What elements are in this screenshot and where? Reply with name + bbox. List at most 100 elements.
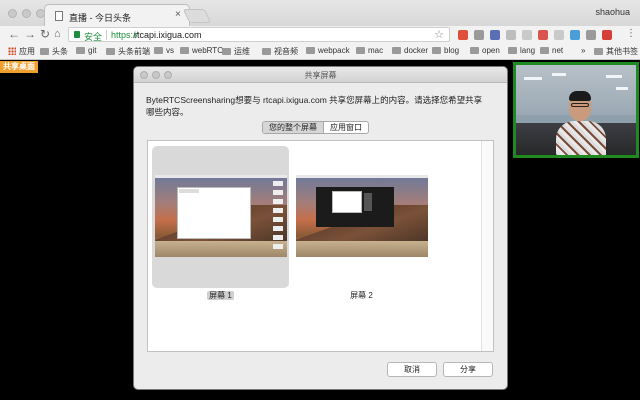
screen-label-text: 屏幕 1 [207, 291, 234, 300]
person-body [556, 121, 606, 155]
thumb-window-toolbar [179, 189, 199, 193]
browser-toolbar: ← → ↻ ⌂ 安全 https:// rtcapi.ixigua.com ☆ … [0, 26, 640, 44]
extension-icon[interactable] [586, 30, 596, 40]
bookmark-item[interactable]: net [540, 46, 563, 58]
bookmark-label: 头条 [52, 47, 68, 56]
tab-entire-screen[interactable]: 您的整个屏幕 [263, 122, 324, 133]
profile-name[interactable]: shaohua [595, 7, 630, 17]
bookmark-label: net [552, 46, 564, 55]
extension-icon[interactable] [506, 30, 516, 40]
bookmark-item[interactable]: 运维 [222, 46, 250, 58]
share-source-tabs: 您的整个屏幕 应用窗口 [262, 121, 369, 134]
ceiling-light [616, 87, 628, 90]
screen-list-scrollbar[interactable] [481, 141, 493, 351]
thumb-menubar [155, 175, 287, 178]
bookmark-item[interactable]: git [76, 46, 96, 58]
bookmark-item[interactable]: lang [508, 46, 535, 58]
folder-icon [106, 48, 115, 55]
folder-icon [154, 47, 163, 54]
extension-icon[interactable] [554, 30, 564, 40]
dialog-titlebar: 共享屏幕 [134, 67, 507, 83]
cancel-button[interactable]: 取消 [387, 362, 437, 377]
screen-option-1[interactable]: 屏幕 1 [152, 146, 289, 300]
folder-icon [76, 47, 85, 54]
share-desktop-badge[interactable]: 共享桌面 [0, 61, 38, 73]
extension-icon[interactable] [474, 30, 484, 40]
bookmark-label: open [482, 46, 500, 55]
folder-icon [356, 47, 365, 54]
bookmarks-overflow-icon[interactable]: » [581, 46, 585, 58]
screen-label-text: 屏幕 2 [350, 291, 373, 300]
share-prompt: ByteRTCScreensharing想要与 rtcapi.ixigua.co… [146, 95, 483, 117]
browser-tab[interactable]: 直播 - 今日头条 × [44, 4, 190, 26]
bookmark-item[interactable]: vs [154, 46, 174, 58]
divider [106, 30, 107, 40]
apps-grid-icon [8, 47, 16, 55]
extension-icon[interactable] [602, 30, 612, 40]
bookmark-label: 应用 [19, 47, 35, 56]
bookmark-label: blog [444, 46, 460, 55]
bookmark-item[interactable]: docker [392, 46, 428, 58]
thumb-lake [296, 241, 428, 257]
folder-icon [470, 47, 479, 54]
bookmark-item[interactable]: open [470, 46, 500, 58]
thumb-camera [364, 193, 372, 211]
forward-icon[interactable]: → [24, 27, 36, 41]
reload-icon[interactable]: ↻ [40, 27, 50, 41]
bookmark-item[interactable]: webRTC [180, 46, 223, 58]
folder-icon [540, 47, 549, 54]
screen-thumbnail [296, 175, 428, 257]
tab-application-window[interactable]: 应用窗口 [324, 122, 368, 133]
bookmark-item[interactable]: 视音频 [262, 46, 298, 58]
bookmark-label: git [88, 46, 97, 55]
folder-icon [40, 48, 49, 55]
thumb-lake [155, 241, 287, 257]
screen-list: 屏幕 1 屏幕 2 [147, 140, 494, 352]
close-window-icon[interactable] [8, 9, 17, 18]
back-icon[interactable]: ← [8, 27, 20, 41]
page-icon [55, 11, 63, 21]
browser-titlebar: 直播 - 今日头条 × shaohua [0, 0, 640, 26]
extension-icon[interactable] [490, 30, 500, 40]
share-screen-dialog: 共享屏幕 ByteRTCScreensharing想要与 rtcapi.ixig… [134, 67, 507, 389]
minimize-window-icon[interactable] [22, 9, 31, 18]
thumb-desktop-icons [273, 181, 283, 251]
menu-icon[interactable]: ⋮ [626, 27, 636, 41]
folder-icon [432, 47, 441, 54]
folder-icon [180, 47, 189, 54]
bookmark-label: 运维 [234, 47, 250, 56]
bookmark-star-icon[interactable]: ☆ [434, 28, 444, 41]
folder-icon [222, 48, 231, 55]
folder-icon [262, 48, 271, 55]
bookmark-item[interactable]: 头条前端 [106, 46, 150, 58]
screen-thumbnail [155, 175, 287, 257]
extension-icon[interactable] [522, 30, 532, 40]
share-button[interactable]: 分享 [443, 362, 493, 377]
bookmark-item[interactable]: 头条 [40, 46, 68, 58]
bookmark-item[interactable]: mac [356, 46, 383, 58]
bookmark-label: mac [368, 46, 384, 55]
bookmark-item[interactable]: 应用 [8, 46, 35, 58]
lock-icon[interactable] [74, 31, 80, 38]
bookmark-item[interactable]: webpack [306, 46, 350, 58]
bookmark-item[interactable]: blog [432, 46, 459, 58]
dialog-title: 共享屏幕 [304, 71, 337, 80]
bookmarks-bar: 应用 头条 git 头条前端 vs webRTC 运维 视音频 webpack mac docker… [0, 44, 640, 60]
extension-icon[interactable] [570, 30, 580, 40]
thumb-menubar [296, 175, 428, 178]
other-bookmarks-label: 其他书签 [606, 47, 638, 56]
ceiling-light [524, 77, 542, 80]
screen-label: 屏幕 2 [293, 290, 430, 301]
screen-option-2[interactable]: 屏幕 2 [293, 146, 430, 300]
extension-icon[interactable] [458, 30, 468, 40]
url-host: rtcapi.ixigua.com [134, 30, 202, 40]
folder-icon [508, 47, 517, 54]
other-bookmarks[interactable]: 其他书签 [594, 46, 638, 58]
extension-icon[interactable] [538, 30, 548, 40]
close-tab-icon[interactable]: × [175, 9, 181, 20]
ceiling-light [552, 73, 566, 76]
local-camera-preview [513, 62, 639, 158]
bookmark-label: lang [520, 46, 536, 55]
home-icon[interactable]: ⌂ [54, 27, 61, 41]
address-bar[interactable]: 安全 https:// rtcapi.ixigua.com ☆ [68, 27, 450, 42]
